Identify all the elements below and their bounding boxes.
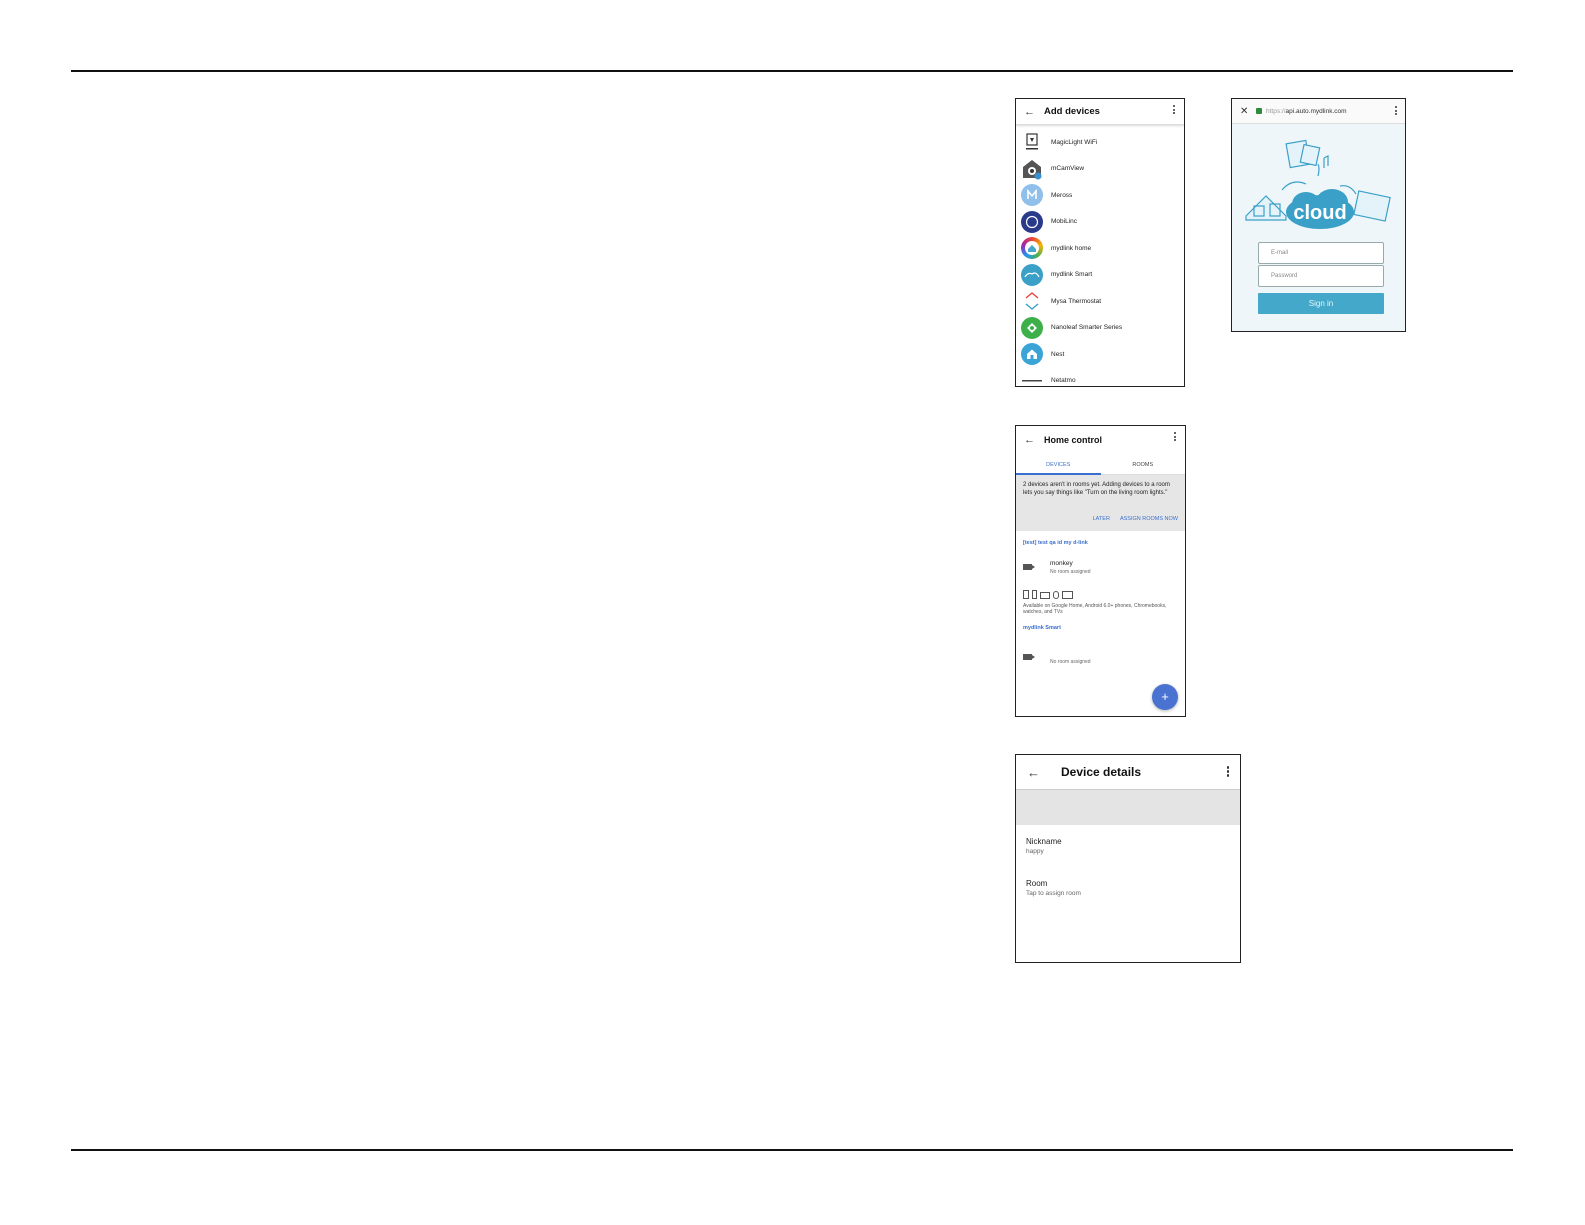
device-types-icons — [1023, 589, 1178, 599]
device-label: Mysa Thermostat — [1051, 297, 1102, 305]
assign-rooms-button[interactable]: ASSIGN ROOMS NOW — [1120, 516, 1178, 522]
device-label: Netatmo — [1051, 377, 1076, 385]
cloud-illustration: cloud — [1232, 124, 1405, 236]
availability-info: Available on Google Home, Android 6.0+ p… — [1016, 581, 1185, 623]
more-options-icon[interactable] — [1395, 106, 1397, 117]
list-item[interactable]: Meross — [1016, 182, 1184, 209]
watch-icon — [1053, 591, 1059, 599]
screen-title: Add devices — [1044, 106, 1100, 117]
list-item[interactable]: Nanoleaf Smarter Series — [1016, 315, 1184, 342]
top-rule — [71, 70, 1513, 72]
bottom-rule — [71, 1149, 1513, 1151]
list-item[interactable]: No room assigned — [1016, 643, 1185, 671]
device-details-screen: ← Device details Nickname happy Room Tap… — [1015, 754, 1241, 963]
device-label: Meross — [1051, 191, 1073, 199]
room-value: Tap to assign room — [1026, 890, 1081, 897]
app-bar: ← Device details — [1016, 755, 1240, 790]
device-label: MagicLight WiFi — [1051, 138, 1098, 146]
home-control-screen: ← Home control DEVICES ROOMS 2 devices a… — [1015, 425, 1186, 717]
list-item[interactable]: MobiLinc — [1016, 209, 1184, 236]
tv-icon — [1062, 591, 1073, 599]
section-header: [test] test qa id my d-link — [1023, 540, 1088, 546]
later-button[interactable]: LATER — [1093, 516, 1110, 522]
device-name — [1050, 650, 1091, 657]
camera-icon — [1023, 654, 1035, 660]
device-room: No room assigned — [1050, 658, 1091, 665]
list-item[interactable]: mydlink home — [1016, 235, 1184, 262]
device-label: mCamView — [1051, 165, 1085, 173]
section-header: mydlink Smart — [1023, 625, 1061, 631]
availability-text: Available on Google Home, Android 6.0+ p… — [1023, 603, 1167, 615]
more-options-icon[interactable] — [1174, 432, 1177, 443]
nickname-value: happy — [1026, 848, 1044, 855]
svg-text:cloud: cloud — [1293, 202, 1346, 224]
banner-actions: LATER ASSIGN ROOMS NOW — [1093, 516, 1178, 522]
device-room: No room assigned — [1050, 568, 1091, 575]
list-item[interactable]: Nest — [1016, 341, 1184, 368]
nest-logo-icon — [1021, 343, 1043, 366]
mydlink-signin-screen: ✕ https://api.auto.mydlink.com cloud E-m… — [1231, 98, 1406, 332]
list-item[interactable]: mCamView — [1016, 156, 1184, 183]
mydlink-smart-logo-icon — [1021, 263, 1043, 286]
magiclight-logo-icon — [1021, 131, 1043, 154]
device-label: mydlink Smart — [1051, 271, 1093, 279]
mydlink-home-logo-icon — [1021, 237, 1043, 260]
device-label: Nanoleaf Smarter Series — [1051, 324, 1123, 332]
tab-devices[interactable]: DEVICES — [1016, 453, 1101, 475]
list-item[interactable]: MagicLight WiFi — [1016, 129, 1184, 156]
meross-logo-icon — [1021, 184, 1043, 207]
mobilinc-logo-icon — [1021, 210, 1043, 233]
netatmo-logo-icon — [1021, 369, 1043, 386]
add-fab-button[interactable]: + — [1152, 684, 1178, 710]
list-item[interactable]: Mysa Thermostat — [1016, 288, 1184, 315]
more-options-icon[interactable] — [1226, 766, 1229, 778]
nanoleaf-logo-icon — [1021, 316, 1043, 339]
device-list: MagicLight WiFi mCamView Meross MobiLinc… — [1016, 125, 1184, 386]
tab-rooms[interactable]: ROOMS — [1101, 453, 1186, 474]
nickname-setting[interactable]: Nickname happy — [1016, 825, 1240, 867]
room-setting[interactable]: Room Tap to assign room — [1016, 867, 1240, 909]
screen-title: Home control — [1044, 434, 1103, 445]
lock-icon — [1256, 108, 1262, 114]
back-arrow-icon[interactable]: ← — [1024, 434, 1044, 446]
phone-icon — [1032, 590, 1037, 599]
browser-bar: ✕ https://api.auto.mydlink.com — [1232, 99, 1405, 124]
more-options-icon[interactable] — [1173, 105, 1176, 116]
camera-icon — [1023, 564, 1035, 570]
url-text: https://api.auto.mydlink.com — [1266, 107, 1347, 115]
nickname-label: Nickname — [1026, 837, 1062, 846]
mcamview-logo-icon — [1021, 157, 1043, 180]
device-label: mydlink home — [1051, 244, 1092, 252]
add-devices-screen: ← Add devices MagicLight WiFi mCamView M… — [1015, 98, 1185, 387]
speaker-icon — [1023, 590, 1029, 599]
back-arrow-icon[interactable]: ← — [1027, 765, 1061, 780]
device-label: MobiLinc — [1051, 218, 1078, 226]
back-arrow-icon[interactable]: ← — [1024, 106, 1044, 118]
tab-bar: DEVICES ROOMS — [1016, 453, 1185, 475]
list-item[interactable]: monkey No room assigned — [1016, 553, 1185, 581]
app-bar: ← Add devices — [1016, 99, 1184, 125]
device-label: Nest — [1051, 350, 1065, 358]
device-header-band — [1016, 790, 1240, 825]
password-field[interactable]: Password — [1258, 265, 1384, 287]
screen-title: Device details — [1061, 765, 1142, 779]
close-icon[interactable]: ✕ — [1240, 106, 1256, 117]
laptop-icon — [1040, 592, 1050, 599]
mysa-logo-icon — [1021, 290, 1043, 313]
list-item[interactable]: Netatmo — [1016, 368, 1184, 386]
assign-rooms-banner: 2 devices aren't in rooms yet. Adding de… — [1016, 475, 1185, 531]
device-name: monkey — [1050, 559, 1073, 567]
banner-text: 2 devices aren't in rooms yet. Adding de… — [1023, 482, 1170, 496]
signin-button[interactable]: Sign in — [1258, 293, 1384, 314]
list-item[interactable]: mydlink Smart — [1016, 262, 1184, 289]
app-bar: ← Home control — [1016, 426, 1185, 453]
email-field[interactable]: E-mail — [1258, 242, 1384, 264]
room-label: Room — [1026, 879, 1048, 888]
